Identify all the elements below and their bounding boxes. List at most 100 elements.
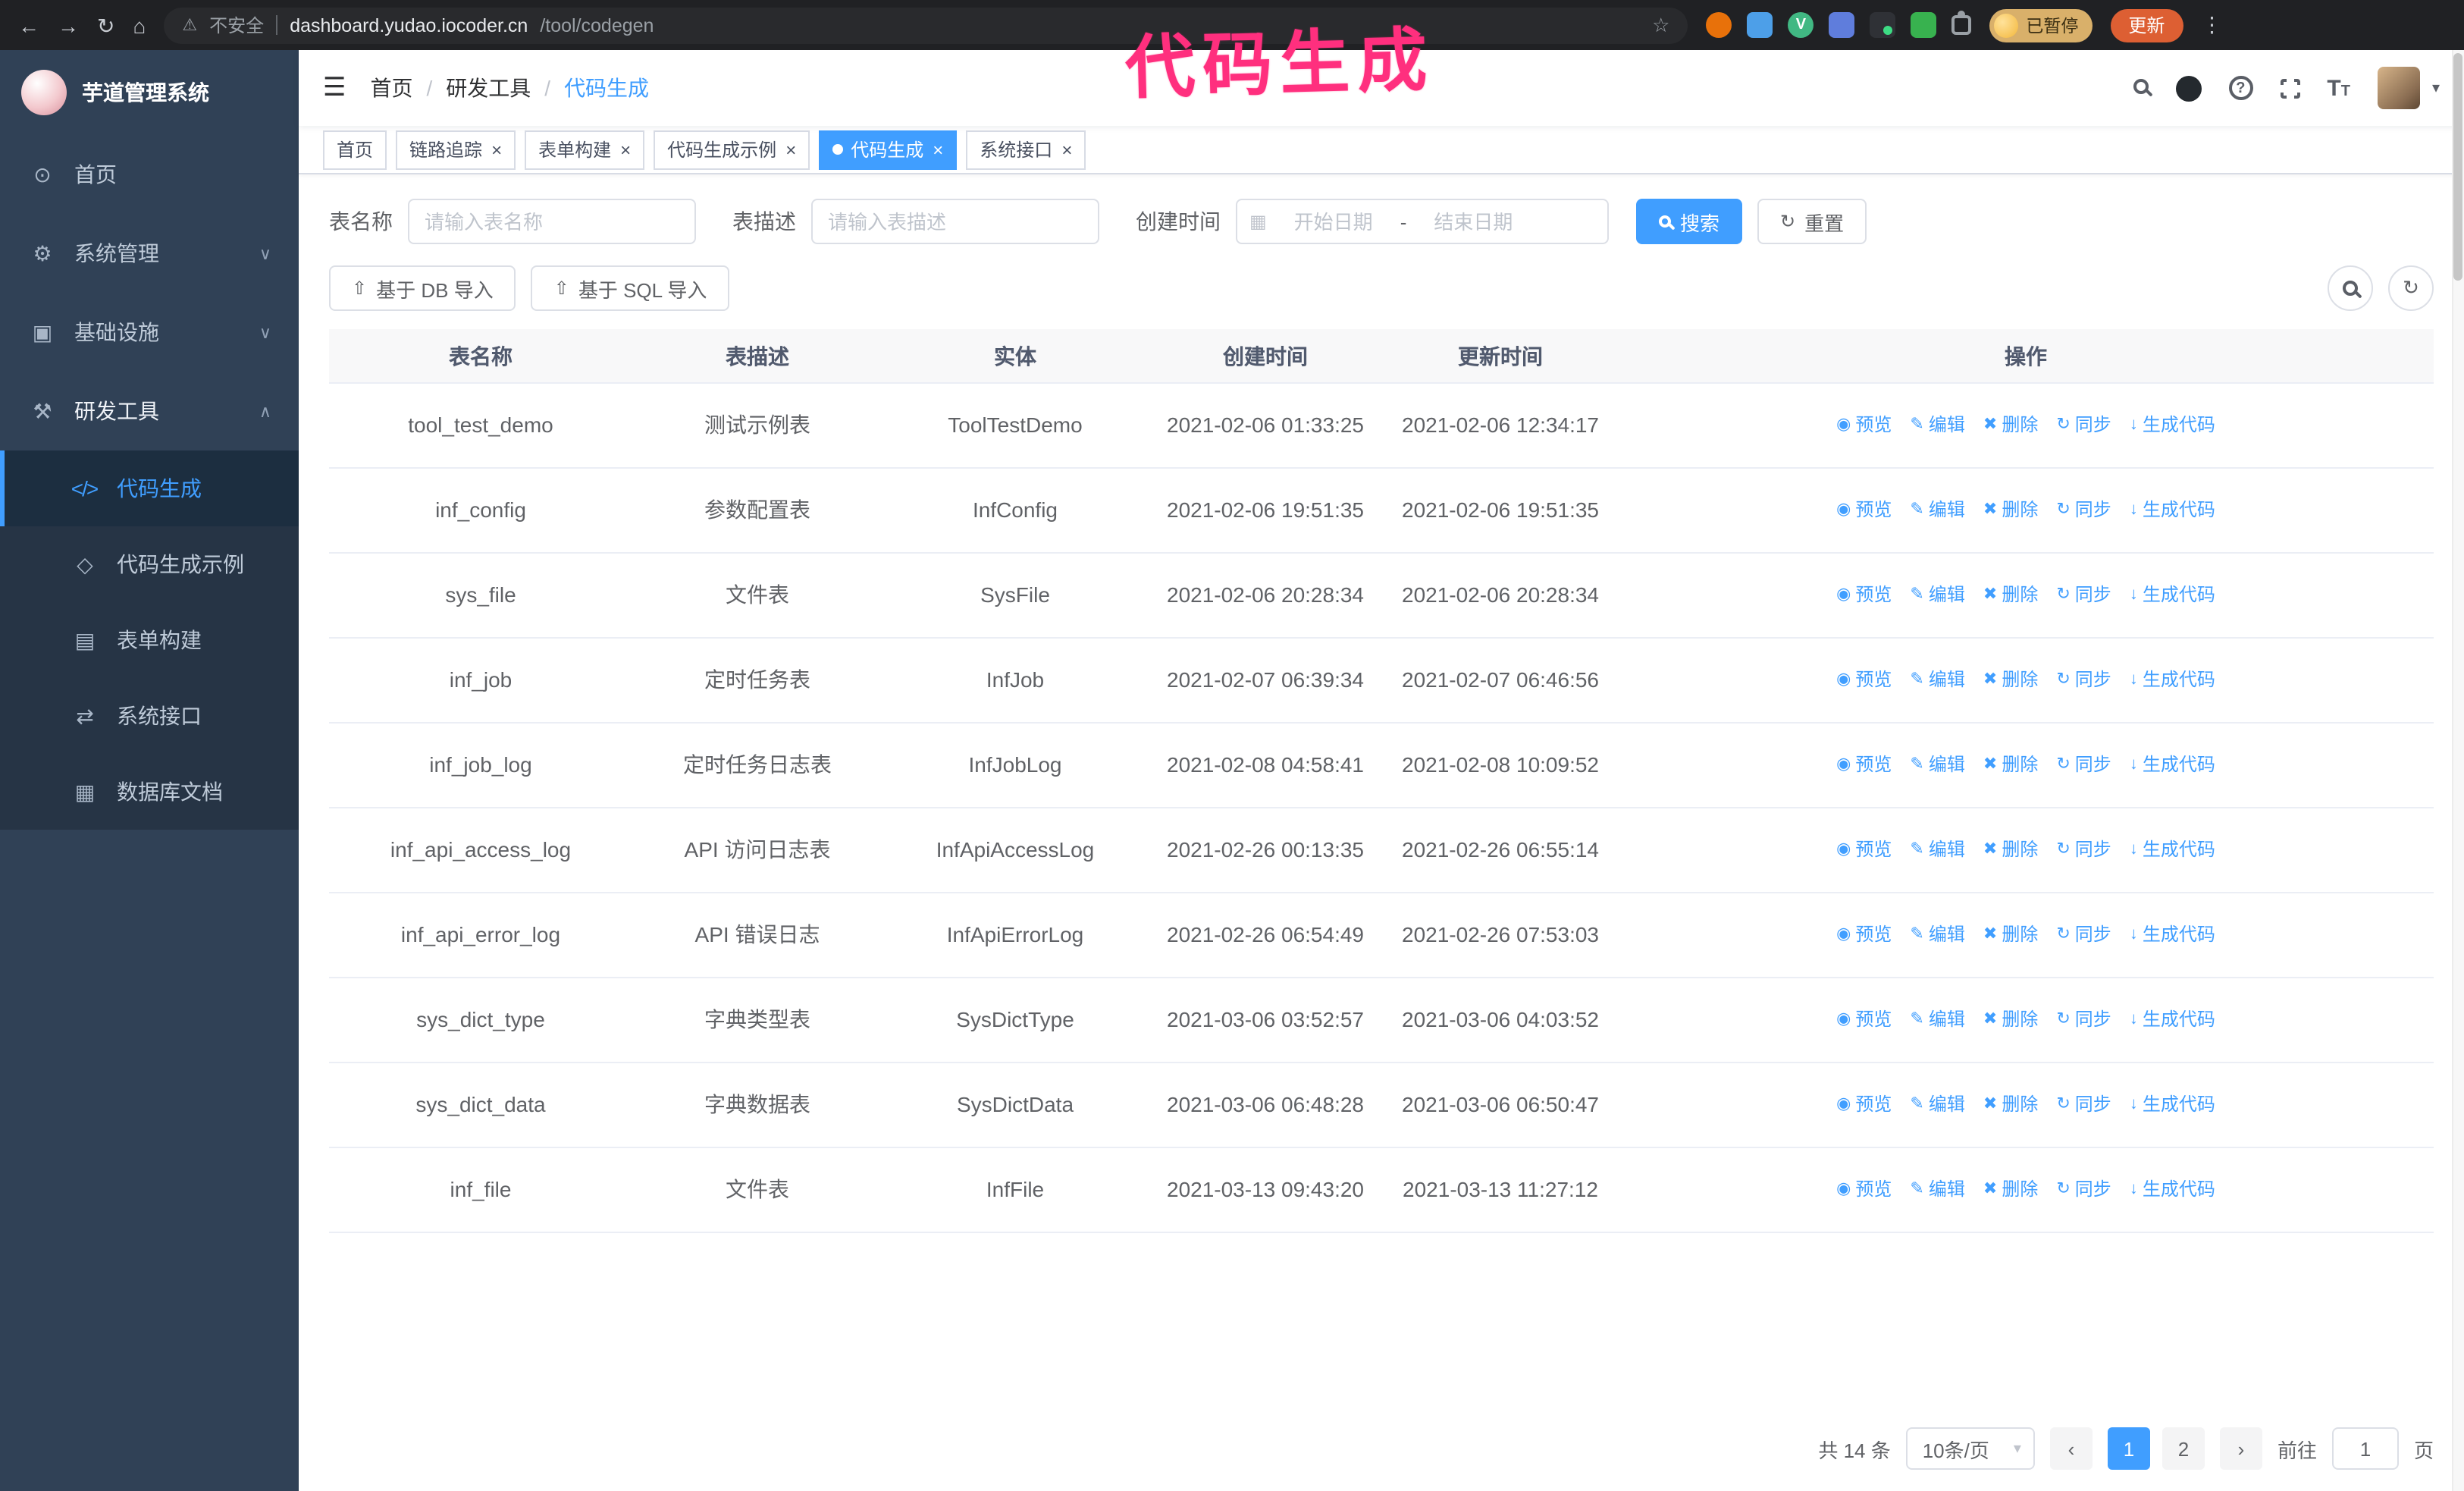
row-action-sync[interactable]: ↻ 同步	[2056, 1176, 2111, 1204]
search-button[interactable]: 搜索	[1636, 199, 1743, 244]
extension-icon-6[interactable]	[1911, 12, 1937, 38]
row-action-delete[interactable]: ✖ 删除	[1983, 1176, 2038, 1204]
row-action-sync[interactable]: ↻ 同步	[2056, 751, 2111, 780]
row-action-delete[interactable]: ✖ 删除	[1983, 496, 2038, 525]
security-label[interactable]: 不安全	[209, 12, 264, 38]
fullscreen-icon[interactable]	[2277, 75, 2303, 101]
breadcrumb-item[interactable]: 研发工具	[446, 73, 531, 103]
row-action-sync[interactable]: ↻ 同步	[2056, 1006, 2111, 1034]
sidebar-toggle-icon[interactable]: ☰	[323, 73, 346, 103]
row-action-edit[interactable]: ✎ 编辑	[1910, 921, 1964, 950]
row-action-preview[interactable]: ◉ 预览	[1836, 581, 1892, 610]
row-action-edit[interactable]: ✎ 编辑	[1910, 581, 1964, 610]
url-domain[interactable]: dashboard.yudao.iocoder.cn	[290, 14, 528, 36]
row-action-preview[interactable]: ◉ 预览	[1836, 1176, 1892, 1204]
date-range-picker[interactable]: ▦ -	[1236, 199, 1609, 244]
back-icon[interactable]: ←	[18, 14, 39, 36]
end-date-input[interactable]	[1412, 210, 1535, 233]
extension-icon-5[interactable]	[1870, 12, 1896, 38]
extension-icon-4[interactable]	[1829, 12, 1855, 38]
row-action-preview[interactable]: ◉ 预览	[1836, 411, 1892, 440]
github-icon[interactable]	[2175, 75, 2202, 101]
row-action-edit[interactable]: ✎ 编辑	[1910, 411, 1964, 440]
sidebar-item-form-build[interactable]: ▤ 表单构建	[0, 602, 299, 678]
row-action-edit[interactable]: ✎ 编辑	[1910, 751, 1964, 780]
chrome-menu-icon[interactable]: ⋮	[2201, 12, 2222, 38]
scrollbar-thumb[interactable]	[2453, 53, 2462, 281]
tab-codegen-example[interactable]: 代码生成示例 ×	[654, 130, 810, 169]
row-action-edit[interactable]: ✎ 编辑	[1910, 496, 1964, 525]
close-icon[interactable]: ×	[620, 140, 631, 159]
row-action-sync[interactable]: ↻ 同步	[2056, 836, 2111, 865]
tab-form-build[interactable]: 表单构建 ×	[525, 130, 645, 169]
tab-api[interactable]: 系统接口 ×	[966, 130, 1086, 169]
avatar-caret-down-icon[interactable]: ▾	[2432, 80, 2440, 96]
extension-icon-2[interactable]	[1747, 12, 1773, 38]
page-button-1[interactable]: 1	[2107, 1427, 2150, 1470]
row-action-edit[interactable]: ✎ 编辑	[1910, 666, 1964, 695]
address-bar[interactable]: ⚠ 不安全 dashboard.yudao.iocoder.cn/tool/co…	[164, 7, 1688, 43]
sidebar-item-infra[interactable]: ▣ 基础设施 ∨	[0, 293, 299, 372]
scrollbar[interactable]	[2452, 50, 2464, 1491]
row-action-preview[interactable]: ◉ 预览	[1836, 1006, 1892, 1034]
table-desc-input[interactable]	[811, 199, 1099, 244]
row-action-preview[interactable]: ◉ 预览	[1836, 836, 1892, 865]
home-icon[interactable]: ⌂	[133, 14, 146, 36]
close-icon[interactable]: ×	[491, 140, 502, 159]
user-avatar[interactable]	[2377, 67, 2420, 109]
next-page-button[interactable]: ›	[2219, 1427, 2262, 1470]
sidebar-item-devtools[interactable]: ⚒ 研发工具 ∧	[0, 372, 299, 450]
row-action-preview[interactable]: ◉ 预览	[1836, 751, 1892, 780]
row-action-sync[interactable]: ↻ 同步	[2056, 1091, 2111, 1119]
row-action-sync[interactable]: ↻ 同步	[2056, 496, 2111, 525]
goto-page-input[interactable]	[2331, 1427, 2399, 1470]
row-action-generate[interactable]: ↓ 生成代码	[2130, 581, 2215, 610]
row-action-delete[interactable]: ✖ 删除	[1983, 581, 2038, 610]
bookmark-star-icon[interactable]: ☆	[1652, 13, 1669, 37]
help-icon[interactable]: ?	[2228, 76, 2253, 100]
row-action-edit[interactable]: ✎ 编辑	[1910, 1176, 1964, 1204]
row-action-generate[interactable]: ↓ 生成代码	[2130, 751, 2215, 780]
row-action-generate[interactable]: ↓ 生成代码	[2130, 921, 2215, 950]
extension-icon-1[interactable]	[1706, 12, 1732, 38]
font-size-icon[interactable]: TT	[2327, 75, 2350, 101]
import-db-button[interactable]: ⇧ 基于 DB 导入	[329, 265, 516, 311]
row-action-generate[interactable]: ↓ 生成代码	[2130, 1006, 2215, 1034]
close-icon[interactable]: ×	[1061, 140, 1072, 159]
close-icon[interactable]: ×	[785, 140, 796, 159]
row-action-delete[interactable]: ✖ 删除	[1983, 836, 2038, 865]
row-action-preview[interactable]: ◉ 预览	[1836, 921, 1892, 950]
row-action-sync[interactable]: ↻ 同步	[2056, 581, 2111, 610]
row-action-delete[interactable]: ✖ 删除	[1983, 1091, 2038, 1119]
sidebar-item-system[interactable]: ⚙ 系统管理 ∨	[0, 214, 299, 293]
reload-icon[interactable]: ↻	[97, 14, 114, 36]
sidebar-item-codegen[interactable]: </> 代码生成	[0, 450, 299, 526]
row-action-edit[interactable]: ✎ 编辑	[1910, 1091, 1964, 1119]
row-action-preview[interactable]: ◉ 预览	[1836, 1091, 1892, 1119]
page-button-2[interactable]: 2	[2161, 1427, 2205, 1470]
row-action-delete[interactable]: ✖ 删除	[1983, 666, 2038, 695]
row-action-generate[interactable]: ↓ 生成代码	[2130, 1176, 2215, 1204]
app-logo[interactable]: 芋道管理系统	[0, 50, 299, 135]
prev-page-button[interactable]: ‹	[2049, 1427, 2093, 1470]
reset-button[interactable]: ↻ 重置	[1757, 199, 1867, 244]
profile-paused-chip[interactable]: 已暂停	[1989, 8, 2093, 42]
sidebar-item-home[interactable]: ⊙ 首页	[0, 135, 299, 214]
breadcrumb-item[interactable]: 首页	[371, 73, 413, 103]
search-icon[interactable]	[2133, 74, 2149, 102]
row-action-delete[interactable]: ✖ 删除	[1983, 921, 2038, 950]
sidebar-item-codegen-example[interactable]: ◇ 代码生成示例	[0, 526, 299, 602]
tab-home[interactable]: 首页	[323, 130, 387, 169]
row-action-delete[interactable]: ✖ 删除	[1983, 411, 2038, 440]
page-size-select[interactable]: 10条/页 ▾	[1905, 1427, 2035, 1470]
refresh-table-button[interactable]: ↻	[2388, 265, 2434, 311]
close-icon[interactable]: ×	[933, 140, 943, 159]
row-action-delete[interactable]: ✖ 删除	[1983, 751, 2038, 780]
start-date-input[interactable]	[1272, 210, 1394, 233]
row-action-generate[interactable]: ↓ 生成代码	[2130, 836, 2215, 865]
tab-codegen[interactable]: 代码生成 ×	[819, 130, 958, 169]
chrome-update-button[interactable]: 更新	[2110, 8, 2183, 42]
row-action-sync[interactable]: ↻ 同步	[2056, 921, 2111, 950]
row-action-generate[interactable]: ↓ 生成代码	[2130, 496, 2215, 525]
row-action-generate[interactable]: ↓ 生成代码	[2130, 411, 2215, 440]
